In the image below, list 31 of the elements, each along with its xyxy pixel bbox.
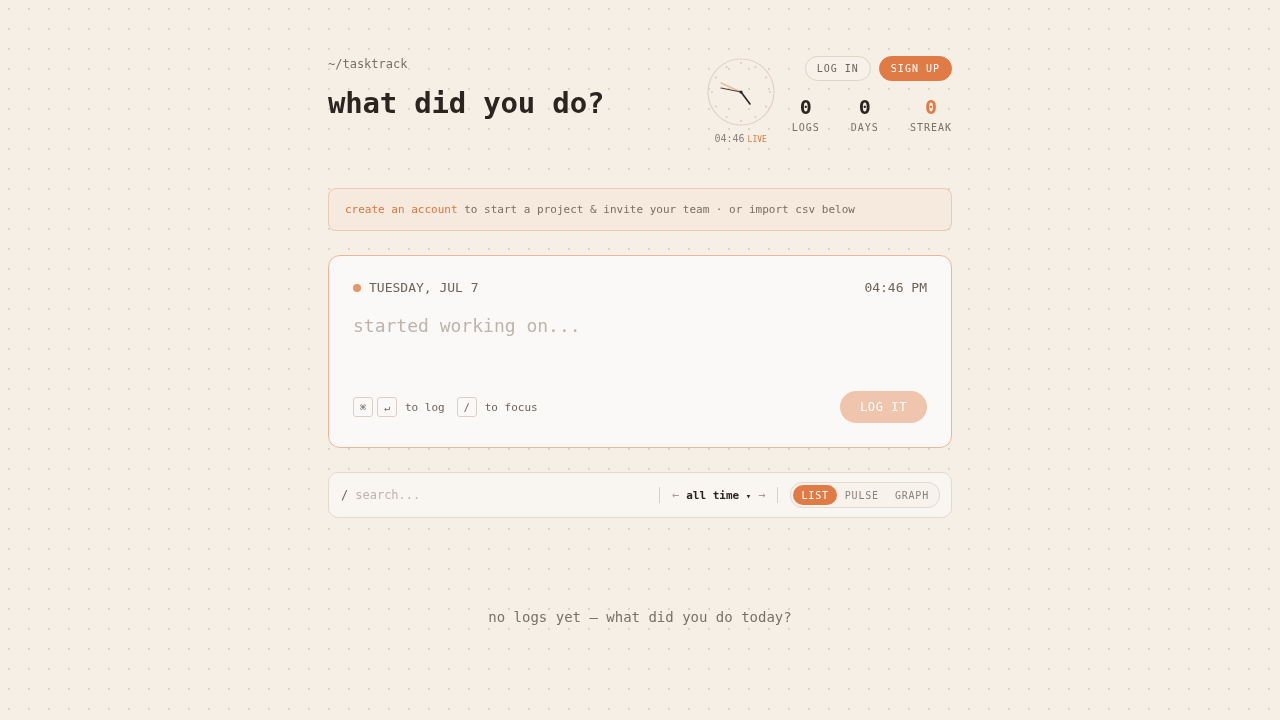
view-tab[interactable]: GRAPH [886, 485, 937, 505]
stat-label: STREAK [909, 122, 952, 134]
view-tab[interactable]: LIST [793, 485, 837, 505]
empty-state-message: no logs yet — what did you do today? [488, 608, 792, 627]
stat-label: LOGS [791, 122, 820, 134]
analog-clock-icon [706, 58, 775, 126]
live-label: LIVE [747, 134, 767, 146]
clock-time: 04:46 [714, 133, 745, 145]
shortcut-key: ⌘ [353, 397, 373, 417]
stat-label: DAYS [850, 122, 879, 134]
search-field[interactable]: search... [355, 485, 659, 505]
stat-value: 0 [924, 95, 937, 119]
shortcut-key: / [456, 397, 477, 417]
status-dot-icon [353, 284, 361, 292]
stat-value: 0 [799, 95, 812, 119]
entry-time: 04:46 PM [864, 280, 927, 296]
shortcut-key: ↵ [377, 397, 397, 417]
sign-up-button[interactable]: SIGN UP [878, 56, 952, 81]
shortcut-hint: to focus [484, 400, 538, 414]
page-title: what did you do? [328, 85, 605, 121]
entry-date: TUESDAY, JUL 7 [369, 280, 479, 296]
range-dropdown[interactable]: all time ▾ [686, 488, 752, 502]
shortcut-hint: to log [405, 400, 445, 414]
view-tab[interactable]: PULSE [836, 485, 887, 505]
caret-icon: ▾ [745, 490, 752, 501]
stat-value: 0 [858, 95, 871, 119]
log-in-button[interactable]: LOG IN [804, 56, 871, 81]
banner-message: create an account to start a project & invite your team · or import csv below [345, 203, 855, 216]
breadcrumb-path: ~/tasktrack [328, 56, 408, 72]
create-account-link[interactable]: create an account [345, 203, 458, 216]
search-shortcut: / [341, 488, 349, 502]
